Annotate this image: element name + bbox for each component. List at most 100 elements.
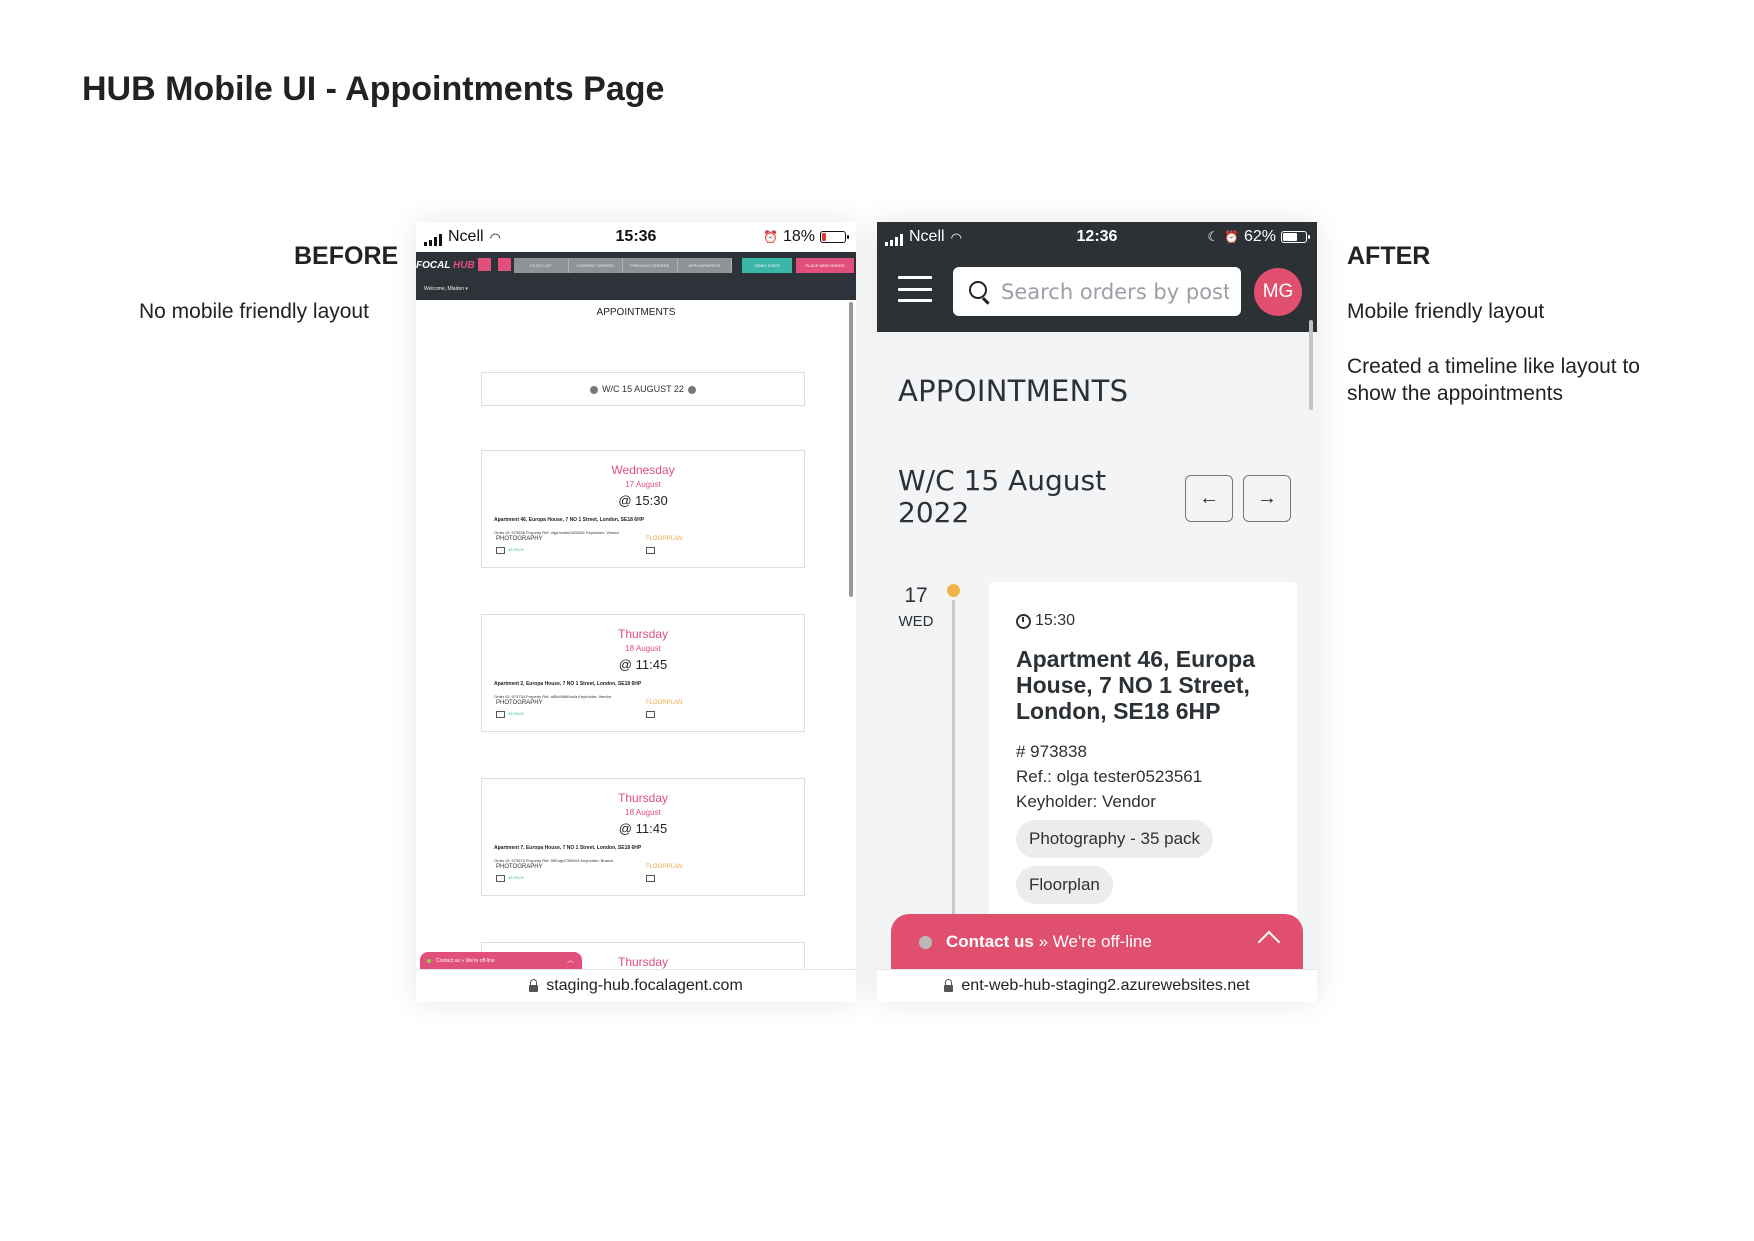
appointment-card[interactable]: Thursday 18 August @ 11:45 Apartment 7, …: [481, 778, 805, 896]
card-date: 17 August: [625, 480, 661, 489]
scrollbar[interactable]: [849, 302, 853, 597]
url-bar[interactable]: ent-web-hub-staging2.azurewebsites.net: [877, 969, 1317, 1002]
lock-icon: [529, 979, 539, 992]
lock-icon: [944, 979, 954, 992]
search-icon[interactable]: [478, 258, 491, 271]
timeline-dot: [947, 584, 960, 597]
battery-icon: [1281, 231, 1310, 243]
week-label: W/C 15 AUGUST 22: [602, 384, 684, 394]
card-address: Apartment 2, Europa House, 7 NO 1 Street…: [494, 681, 642, 687]
moon-icon: ☾: [1207, 229, 1220, 244]
prev-week-icon[interactable]: [590, 385, 599, 394]
card-pack: 35 PACK: [508, 711, 525, 716]
search-icon: [969, 281, 987, 299]
before-description: No mobile friendly layout: [139, 300, 369, 323]
card-floorplan: FLOORPLAN: [646, 700, 683, 706]
tab-todo[interactable]: TO DO LIST: [514, 258, 569, 273]
alarm-icon: ⏰: [763, 230, 778, 244]
chat-widget[interactable]: Contact us » We're off-line: [891, 914, 1303, 970]
battery-percent: 18%: [782, 228, 815, 245]
keyholder: Keyholder: Vendor: [1016, 792, 1156, 811]
alarm-icon: ⏰: [1224, 230, 1239, 244]
page-title: HUB Mobile UI - Appointments Page: [82, 70, 665, 108]
welcome-text[interactable]: Welcome, Mladen ▾: [424, 286, 468, 292]
card-day: Thursday: [617, 791, 669, 805]
battery-percent: 62%: [1243, 228, 1276, 245]
timeline-day-name: WED: [898, 613, 934, 630]
floorplan-icon: [646, 547, 655, 554]
card-pack: 35 PACK: [508, 547, 525, 552]
card-floorplan: FLOORPLAN: [646, 864, 683, 870]
battery-icon: [820, 231, 849, 243]
card-time: @ 11:45: [618, 657, 668, 672]
card-meta: Order ID: 973838 Property Ref: olga test…: [494, 530, 619, 535]
avatar[interactable]: MG: [1254, 268, 1302, 316]
tab-previous-orders[interactable]: PREVIOUS ORDERS: [623, 258, 678, 273]
appointment-details: # 973838 Ref.: olga tester0523561 Keyhol…: [1016, 739, 1202, 814]
card-time: @ 15:30: [618, 493, 668, 508]
card-address: Apartment 46, Europa House, 7 NO 1 Stree…: [494, 517, 645, 523]
tab-current-orders[interactable]: CURRENT ORDERS: [569, 258, 623, 273]
tab-appointments[interactable]: APPOINTMENTS: [678, 258, 732, 273]
before-heading: BEFORE: [294, 242, 399, 270]
url-bar[interactable]: staging-hub.focalagent.com: [416, 969, 856, 1002]
search-input[interactable]: [953, 267, 1241, 316]
after-description-2: Created a timeline like layout to show t…: [1347, 355, 1640, 405]
card-meta: Order ID: 973734 Property Ref: a55c59849…: [494, 694, 612, 699]
status-dot: [919, 936, 932, 949]
timeline-line: [952, 600, 955, 930]
appointment-card[interactable]: Wednesday 17 August @ 15:30 Apartment 46…: [481, 450, 805, 568]
next-week-button[interactable]: →: [1243, 475, 1291, 522]
after-phone-screenshot: Ncell ◠ 12:36 ☾ ⏰ 62% MG APPOINTMENTS W/…: [877, 222, 1317, 1002]
chevron-up-icon: [1257, 930, 1281, 954]
chevron-up-icon: ︿: [567, 957, 574, 964]
app-header: Ncell ◠ 12:36 ☾ ⏰ 62% MG: [877, 222, 1317, 332]
appointment-card[interactable]: Thursday 18 August @ 11:45 Apartment 2, …: [481, 614, 805, 732]
page-heading: APPOINTMENTS: [596, 307, 676, 318]
week-label: W/C 15 August 2022: [898, 464, 1107, 529]
service-chip: Photography - 35 pack: [1016, 820, 1214, 858]
card-photography: PHOTOGRAPHY: [496, 864, 543, 870]
service-chip: Floorplan: [1016, 866, 1113, 904]
prev-week-button[interactable]: ←: [1185, 475, 1233, 522]
appointment-address: Apartment 46, Europa House, 7 NO 1 Stree…: [1016, 646, 1255, 724]
logo: FOCAL HUB: [416, 260, 475, 271]
url-text: staging-hub.focalagent.com: [546, 977, 743, 994]
floorplan-icon: [646, 711, 655, 718]
week-selector: W/C 15 AUGUST 22: [481, 372, 805, 406]
hamburger-menu-icon[interactable]: [898, 276, 932, 302]
after-heading: AFTER: [1347, 242, 1431, 270]
next-week-icon[interactable]: [687, 385, 696, 394]
chat-label: Contact us » We're off-line: [946, 932, 1152, 951]
floorplan-icon: [646, 875, 655, 882]
card-day: Wednesday: [611, 463, 675, 477]
chat-label: Contact us » We're off-line: [436, 958, 495, 964]
scrollbar[interactable]: [1309, 320, 1313, 410]
card-pack: 35 PACK: [508, 875, 525, 880]
camera-icon: [496, 875, 505, 882]
after-description-1: Mobile friendly layout: [1347, 300, 1545, 323]
status-bar: Ncell ◠ 15:36 ⏰ 18%: [416, 222, 856, 252]
card-photography: PHOTOGRAPHY: [496, 700, 543, 706]
card-date: 18 August: [625, 808, 661, 817]
place-order-button[interactable]: PLACE NEW ORDER: [796, 258, 854, 273]
page-heading: APPOINTMENTS: [898, 374, 1129, 408]
card-time: @ 11:45: [618, 821, 668, 836]
card-day: Thursday: [617, 627, 669, 641]
camera-icon: [496, 711, 505, 718]
clock-icon: [1016, 613, 1031, 629]
video-stats-button[interactable]: VIDEO STATS: [742, 258, 792, 273]
card-meta: Order ID: 973674 Property Ref: 59Eogd730…: [494, 858, 614, 863]
welcome-bar: Welcome, Mladen ▾: [416, 280, 856, 300]
card-photography: PHOTOGRAPHY: [496, 536, 543, 542]
card-date: 18 August: [625, 644, 661, 653]
chat-widget[interactable]: Contact us » We're off-line ︿: [420, 952, 582, 970]
status-bar: Ncell ◠ 12:36 ☾ ⏰ 62%: [877, 222, 1317, 252]
order-number: # 973838: [1016, 742, 1087, 761]
property-ref: Ref.: olga tester0523561: [1016, 767, 1203, 786]
menu-icon[interactable]: [498, 258, 511, 271]
url-text: ent-web-hub-staging2.azurewebsites.net: [961, 977, 1250, 994]
appointment-time: 15:30: [1016, 612, 1075, 630]
card-floorplan: FLOORPLAN: [646, 536, 683, 542]
nav-tabs: TO DO LIST CURRENT ORDERS PREVIOUS ORDER…: [514, 258, 732, 273]
